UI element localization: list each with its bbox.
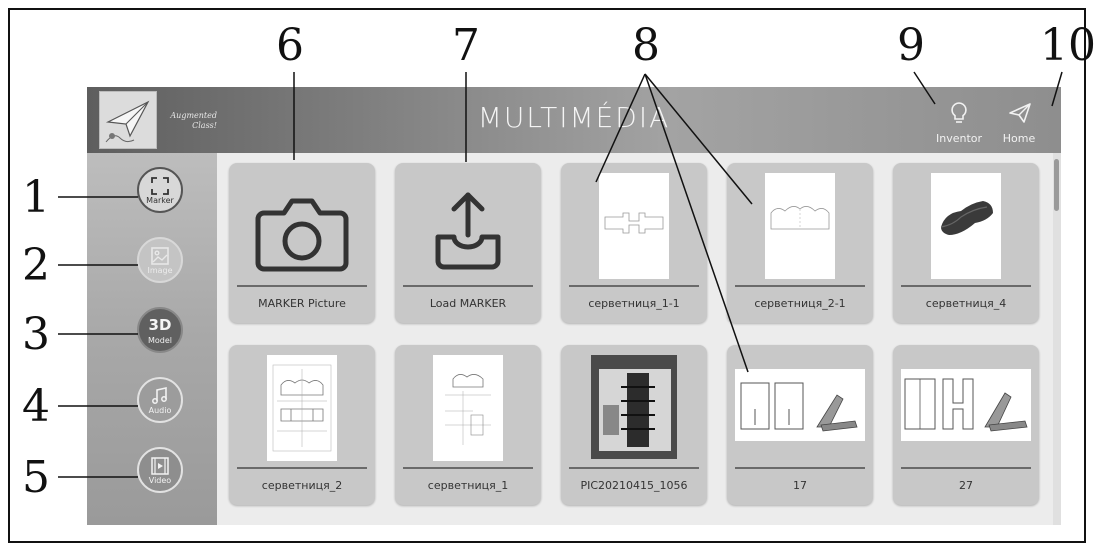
card-divider bbox=[237, 285, 367, 287]
callout-5: 5 bbox=[22, 452, 50, 503]
home-button[interactable]: Home bbox=[991, 95, 1047, 149]
model-thumbnail bbox=[931, 173, 1001, 279]
card-divider bbox=[901, 467, 1031, 469]
callout-4: 4 bbox=[22, 381, 50, 432]
sketch-thumbnail bbox=[765, 173, 835, 279]
media-grid: MARKER Picture Load MARKER серветниця_1-… bbox=[217, 153, 1053, 525]
card-caption: серветниця_1-1 bbox=[588, 297, 680, 310]
media-card[interactable]: 17 bbox=[727, 345, 873, 505]
marker-frame-icon bbox=[151, 177, 169, 195]
media-card[interactable]: серветниця_2 bbox=[229, 345, 375, 505]
media-card[interactable]: PIC20210415_1056 bbox=[561, 345, 707, 505]
sidebar-item-audio[interactable]: Audio bbox=[137, 377, 183, 423]
page-title: MULTIMÉDIA bbox=[477, 101, 671, 134]
card-divider bbox=[901, 285, 1031, 287]
media-card[interactable]: серветниця_1-1 bbox=[561, 163, 707, 323]
card-caption: серветниця_2 bbox=[261, 479, 343, 492]
lightbulb-icon bbox=[951, 102, 967, 123]
3d-model-icon: 3D bbox=[148, 316, 172, 334]
parts-thumbnail bbox=[901, 369, 1031, 441]
callout-6: 6 bbox=[276, 20, 304, 71]
paper-plane-icon bbox=[1009, 103, 1031, 123]
photo-thumbnail bbox=[591, 355, 677, 459]
sidebar-label-audio: Audio bbox=[148, 406, 172, 415]
scrollbar-thumb[interactable] bbox=[1054, 159, 1059, 211]
film-icon bbox=[151, 457, 169, 475]
image-icon bbox=[151, 247, 169, 265]
music-note-icon bbox=[152, 387, 167, 404]
media-card[interactable]: серветниця_4 bbox=[893, 163, 1039, 323]
callout-3: 3 bbox=[22, 309, 50, 360]
parts-thumbnail bbox=[735, 369, 865, 441]
sidebar-item-3d-model[interactable]: 3D Model bbox=[137, 307, 183, 353]
card-caption: 27 bbox=[959, 479, 973, 492]
camera-icon bbox=[255, 198, 349, 272]
sidebar-label-model: Model bbox=[147, 336, 173, 345]
multimedia-app-window: Augmented Class! MULTIMÉDIA Inventor Hom… bbox=[87, 87, 1061, 525]
sidebar-item-video[interactable]: Video bbox=[137, 447, 183, 493]
drawing-thumbnail bbox=[267, 355, 337, 461]
card-divider bbox=[403, 467, 533, 469]
sidebar-label-video: Video bbox=[148, 476, 172, 485]
home-label: Home bbox=[1002, 132, 1036, 145]
card-divider bbox=[403, 285, 533, 287]
card-caption: серветниця_4 bbox=[925, 297, 1007, 310]
media-card[interactable]: серветниця_1 bbox=[395, 345, 541, 505]
sketch-thumbnail bbox=[599, 173, 669, 279]
card-caption: серветниця_2-1 bbox=[754, 297, 846, 310]
sidebar-label-image: Image bbox=[147, 266, 173, 275]
card-divider bbox=[237, 467, 367, 469]
callout-2: 2 bbox=[22, 240, 50, 291]
sidebar-label-marker: Marker bbox=[146, 196, 174, 205]
marker-picture-card[interactable]: MARKER Picture bbox=[229, 163, 375, 323]
load-marker-card[interactable]: Load MARKER bbox=[395, 163, 541, 323]
card-divider bbox=[735, 467, 865, 469]
card-caption: Load MARKER bbox=[429, 297, 507, 310]
media-card[interactable]: 27 bbox=[893, 345, 1039, 505]
inventor-button[interactable]: Inventor bbox=[931, 95, 987, 149]
card-caption: серветниця_1 bbox=[427, 479, 509, 492]
grid-scrollbar[interactable] bbox=[1053, 153, 1061, 525]
card-divider bbox=[735, 285, 865, 287]
callout-9: 9 bbox=[897, 20, 925, 71]
card-caption: MARKER Picture bbox=[258, 297, 346, 310]
drawing-thumbnail bbox=[433, 355, 503, 461]
card-divider bbox=[569, 467, 699, 469]
card-caption: 17 bbox=[793, 479, 807, 492]
upload-icon bbox=[435, 192, 501, 270]
sidebar-item-image[interactable]: Image bbox=[137, 237, 183, 283]
sidebar-item-marker[interactable]: Marker bbox=[137, 167, 183, 213]
app-header: Augmented Class! MULTIMÉDIA Inventor Hom… bbox=[87, 87, 1061, 153]
media-type-sidebar: Marker Image 3D Model Audio Video bbox=[87, 153, 217, 525]
callout-8: 8 bbox=[632, 20, 660, 71]
media-card[interactable]: серветниця_2-1 bbox=[727, 163, 873, 323]
card-caption: PIC20210415_1056 bbox=[580, 479, 688, 492]
inventor-label: Inventor bbox=[935, 132, 983, 145]
card-divider bbox=[569, 285, 699, 287]
callout-7: 7 bbox=[452, 20, 480, 71]
callout-10: 10 bbox=[1040, 20, 1096, 71]
callout-1: 1 bbox=[22, 172, 50, 223]
